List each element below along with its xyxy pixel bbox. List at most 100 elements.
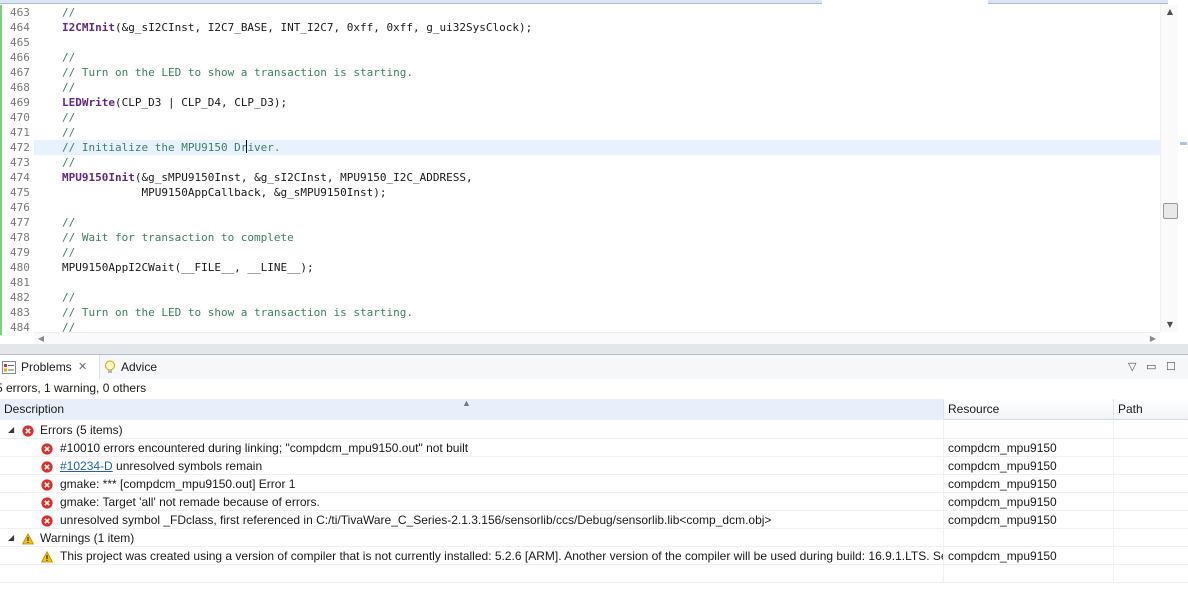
comment-text: // Turn on the LED to show a transaction… <box>62 306 413 319</box>
column-header-description[interactable]: Description ▲ <box>0 398 944 420</box>
code-line[interactable]: LEDWrite(CLP_D3 | CLP_D4, CLP_D3); <box>34 95 1160 110</box>
group-row-warnings[interactable]: ◢ Warnings (1 item) <box>0 529 1188 547</box>
line-number[interactable]: 481 <box>0 275 34 290</box>
column-header-path-label: Path <box>1118 402 1143 416</box>
editor-horizontal-scrollbar[interactable]: ◀ ▶ <box>34 332 1160 344</box>
problem-message: gmake: *** [compdcm_mpu9150.out] Error 1 <box>60 477 296 491</box>
comment-text: // <box>62 6 76 19</box>
code-line[interactable]: // Turn on the LED to show a transaction… <box>34 65 1160 80</box>
maximize-icon[interactable]: ☐ <box>1166 358 1176 376</box>
close-icon[interactable]: ✕ <box>78 355 87 379</box>
code-line[interactable]: MPU9150Init(&g_sMPU9150Inst, &g_sI2CInst… <box>34 170 1160 185</box>
scroll-down-arrow-icon[interactable]: ▼ <box>1165 320 1175 330</box>
current-code-line[interactable]: // Initialize the MPU9150 Driver. <box>34 140 1160 155</box>
column-header-resource[interactable]: Resource <box>944 399 1114 420</box>
resource-cell: compdcm_mpu9150 <box>944 475 1114 493</box>
code-text-area[interactable]: //I2CMInit(&g_sI2CInst, I2C7_BASE, INT_I… <box>34 5 1160 334</box>
path-cell <box>1114 493 1188 511</box>
empty-row <box>0 565 1188 583</box>
tab-problems[interactable]: Problems ✕ <box>0 355 100 379</box>
editor-tab-area-right[interactable] <box>988 0 1168 4</box>
line-number[interactable]: 473 <box>0 155 34 170</box>
line-number[interactable]: 466 <box>0 50 34 65</box>
problem-message: unresolved symbol _FDclass, first refere… <box>60 513 772 527</box>
problem-row[interactable]: #10010 errors encountered during linking… <box>0 439 1188 457</box>
problem-row[interactable]: gmake: *** [compdcm_mpu9150.out] Error 1… <box>0 475 1188 493</box>
line-number[interactable]: 474 <box>0 170 34 185</box>
line-number[interactable]: 471 <box>0 125 34 140</box>
code-line[interactable]: I2CMInit(&g_sI2CInst, I2C7_BASE, INT_I2C… <box>34 20 1160 35</box>
code-line[interactable]: // Turn on the LED to show a transaction… <box>34 305 1160 320</box>
group-row-errors[interactable]: ◢ Errors (5 items) <box>0 421 1188 439</box>
error-code-link[interactable]: #10234-D <box>60 459 113 473</box>
resource-cell <box>944 529 1114 547</box>
line-number[interactable]: 469 <box>0 95 34 110</box>
problem-row[interactable]: gmake: Target 'all' not remade because o… <box>0 493 1188 511</box>
code-line[interactable]: // <box>34 215 1160 230</box>
line-number[interactable]: 475 <box>0 185 34 200</box>
line-number[interactable]: 464 <box>0 20 34 35</box>
problem-row[interactable]: This project was created using a version… <box>0 547 1188 565</box>
line-number[interactable]: 470 <box>0 110 34 125</box>
code-line[interactable]: // Wait for transaction to complete <box>34 230 1160 245</box>
code-line[interactable]: // <box>34 290 1160 305</box>
comment-text: // <box>62 81 76 94</box>
line-number[interactable]: 463 <box>0 5 34 20</box>
line-number[interactable]: 484 <box>0 320 34 335</box>
minimize-icon[interactable]: ▭ <box>1146 358 1156 376</box>
line-number[interactable]: 479 <box>0 245 34 260</box>
line-number[interactable]: 468 <box>0 80 34 95</box>
scroll-right-arrow-icon[interactable]: ▶ <box>1148 333 1158 344</box>
current-line-marker[interactable] <box>1180 142 1187 145</box>
problem-description: unresolved symbol _FDclass, first refere… <box>60 511 771 529</box>
line-number[interactable]: 476 <box>0 200 34 215</box>
problem-row[interactable]: #10234-D unresolved symbols remain compdc… <box>0 457 1188 475</box>
code-line[interactable]: // <box>34 125 1160 140</box>
code-line[interactable] <box>34 275 1160 290</box>
problem-row[interactable]: unresolved symbol _FDclass, first refere… <box>0 511 1188 529</box>
line-number-gutter[interactable]: 463 464 465 466 467 468 469 470 471 472 473 474 475 4… <box>0 5 34 335</box>
code-line[interactable]: // <box>34 110 1160 125</box>
collapse-arrow-icon[interactable]: ◢ <box>8 421 14 439</box>
line-number[interactable]: 478 <box>0 230 34 245</box>
line-number[interactable]: 467 <box>0 65 34 80</box>
problem-description: gmake: Target 'all' not remade because o… <box>60 493 320 511</box>
code-line[interactable]: MPU9150AppI2CWait(__FILE__, __LINE__); <box>34 260 1160 275</box>
line-number[interactable]: 483 <box>0 305 34 320</box>
line-number[interactable]: 480 <box>0 260 34 275</box>
column-header-description-label: Description <box>4 402 65 416</box>
view-menu-icon[interactable]: ▽ <box>1128 358 1136 376</box>
table-header: Description ▲ Resource Path <box>0 398 1188 420</box>
code-line[interactable]: // <box>34 245 1160 260</box>
scroll-left-arrow-icon[interactable]: ◀ <box>36 333 46 344</box>
code-editor[interactable]: 463 464 465 466 467 468 469 470 471 472 473 474 475 4… <box>0 0 1188 344</box>
warning-icon <box>21 532 35 545</box>
code-line[interactable]: // <box>34 5 1160 20</box>
line-number[interactable]: 465 <box>0 35 34 50</box>
collapse-arrow-icon[interactable]: ◢ <box>8 529 14 547</box>
comment-text: iver. <box>247 141 281 154</box>
problems-panel: Problems ✕ Advice ▽ ▭ ☐ 5 errors, 1 warn… <box>0 354 1188 590</box>
sort-ascending-icon: ▲ <box>462 398 471 408</box>
code-line[interactable]: // <box>34 80 1160 95</box>
tab-advice[interactable]: Advice <box>102 355 172 379</box>
editor-vertical-scrollbar[interactable]: ▲ ▼ <box>1160 5 1178 332</box>
group-label: Errors (5 items) <box>40 423 123 437</box>
line-number[interactable]: 482 <box>0 290 34 305</box>
column-header-path[interactable]: Path <box>1114 399 1188 420</box>
code-line[interactable]: MPU9150AppCallback, &g_sMPU9150Inst); <box>34 185 1160 200</box>
view-splitter[interactable] <box>0 344 1188 354</box>
scrollbar-thumb[interactable] <box>1163 203 1178 219</box>
problems-summary: 5 errors, 1 warning, 0 others <box>0 381 147 395</box>
line-number[interactable]: 477 <box>0 215 34 230</box>
scroll-up-arrow-icon[interactable]: ▲ <box>1165 7 1175 17</box>
overview-ruler[interactable] <box>1178 5 1188 332</box>
editor-tab-area[interactable] <box>0 0 822 4</box>
code-line[interactable]: // <box>34 155 1160 170</box>
code-line[interactable]: // <box>34 50 1160 65</box>
code-line[interactable] <box>34 200 1160 215</box>
code-line[interactable] <box>34 35 1160 50</box>
line-number[interactable]: 472 <box>0 140 34 155</box>
resource-cell: compdcm_mpu9150 <box>944 439 1114 457</box>
function-name: MPU9150Init <box>62 171 135 184</box>
